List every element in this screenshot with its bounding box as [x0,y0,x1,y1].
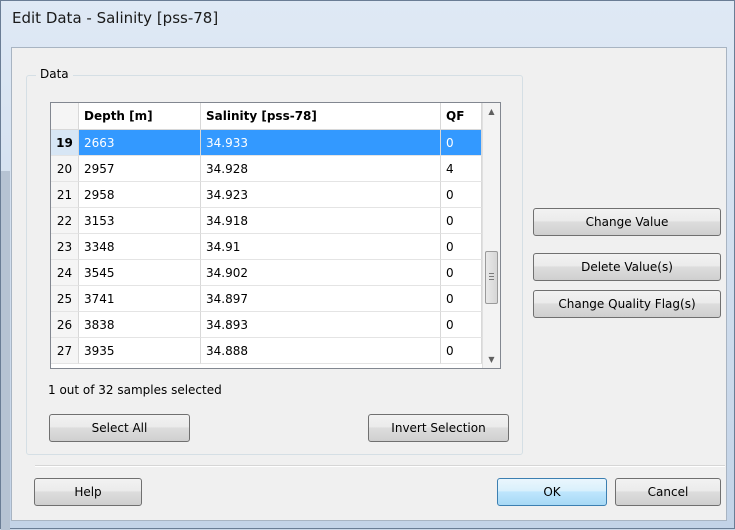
salinity-cell[interactable]: 34.893 [201,312,441,338]
select-all-button[interactable]: Select All [49,414,190,442]
depth-cell[interactable]: 2663 [79,130,201,156]
qf-cell[interactable]: 0 [441,338,482,364]
row-number[interactable]: 21 [51,182,79,208]
data-groupbox-label: Data [36,67,73,81]
row-number[interactable]: 24 [51,260,79,286]
qf-cell[interactable]: 0 [441,208,482,234]
depth-cell[interactable]: 3153 [79,208,201,234]
data-table[interactable]: Depth [m] Salinity [pss-78] QF 19 2663 34.… [50,102,501,369]
depth-cell[interactable]: 3741 [79,286,201,312]
qf-cell[interactable]: 4 [441,156,482,182]
salinity-cell[interactable]: 34.897 [201,286,441,312]
salinity-cell[interactable]: 34.933 [201,130,441,156]
table-grid: Depth [m] Salinity [pss-78] QF 19 2663 34.… [51,103,482,368]
table-row[interactable]: 25 3741 34.897 0 [51,286,482,312]
cancel-button[interactable]: Cancel [615,478,721,506]
qf-cell[interactable]: 0 [441,182,482,208]
help-button[interactable]: Help [34,478,142,506]
table-row[interactable]: 19 2663 34.933 0 [51,130,482,156]
qf-cell[interactable]: 0 [441,286,482,312]
table-row[interactable]: 24 3545 34.902 0 [51,260,482,286]
vertical-scrollbar[interactable]: ▲ ▼ [482,103,500,368]
table-row[interactable]: 27 3935 34.888 0 [51,338,482,364]
table-body: 19 2663 34.933 0 20 2957 34.928 4 21 2958 34.923 0 2… [51,130,482,364]
salinity-cell[interactable]: 34.928 [201,156,441,182]
table-row[interactable]: 22 3153 34.918 0 [51,208,482,234]
depth-cell[interactable]: 3348 [79,234,201,260]
row-number[interactable]: 25 [51,286,79,312]
grip-icon [489,273,494,274]
scroll-down-arrow-icon[interactable]: ▼ [483,351,500,368]
invert-selection-button[interactable]: Invert Selection [368,414,509,442]
table-row[interactable]: 20 2957 34.928 4 [51,156,482,182]
change-quality-flags-button[interactable]: Change Quality Flag(s) [533,290,721,318]
row-number[interactable]: 26 [51,312,79,338]
depth-cell[interactable]: 3545 [79,260,201,286]
row-number[interactable]: 20 [51,156,79,182]
salinity-cell[interactable]: 34.91 [201,234,441,260]
column-header-qf[interactable]: QF [441,103,482,129]
row-number[interactable]: 22 [51,208,79,234]
selection-status: 1 out of 32 samples selected [48,383,222,397]
footer-separator [35,465,725,467]
scroll-thumb[interactable] [485,251,498,304]
depth-cell[interactable]: 2958 [79,182,201,208]
table-header: Depth [m] Salinity [pss-78] QF [51,103,482,130]
row-number[interactable]: 27 [51,338,79,364]
depth-cell[interactable]: 3935 [79,338,201,364]
salinity-cell[interactable]: 34.923 [201,182,441,208]
row-number[interactable]: 19 [51,130,79,156]
depth-cell[interactable]: 2957 [79,156,201,182]
qf-cell[interactable]: 0 [441,312,482,338]
row-number[interactable]: 23 [51,234,79,260]
window-edge [1,171,10,530]
qf-cell[interactable]: 0 [441,234,482,260]
delete-values-button[interactable]: Delete Value(s) [533,253,721,281]
table-row[interactable]: 23 3348 34.91 0 [51,234,482,260]
table-row[interactable]: 26 3838 34.893 0 [51,312,482,338]
change-value-button[interactable]: Change Value [533,208,721,236]
grip-icon [489,279,494,280]
salinity-cell[interactable]: 34.918 [201,208,441,234]
salinity-cell[interactable]: 34.888 [201,338,441,364]
column-header-depth[interactable]: Depth [m] [79,103,201,129]
grip-icon [489,276,494,277]
table-row[interactable]: 21 2958 34.923 0 [51,182,482,208]
column-header-salinity[interactable]: Salinity [pss-78] [201,103,441,129]
salinity-cell[interactable]: 34.902 [201,260,441,286]
scroll-up-arrow-icon[interactable]: ▲ [483,103,500,120]
qf-cell[interactable]: 0 [441,130,482,156]
depth-cell[interactable]: 3838 [79,312,201,338]
header-corner[interactable] [51,103,79,129]
window-title: Edit Data - Salinity [pss-78] [12,9,219,27]
ok-button[interactable]: OK [497,478,607,506]
qf-cell[interactable]: 0 [441,260,482,286]
